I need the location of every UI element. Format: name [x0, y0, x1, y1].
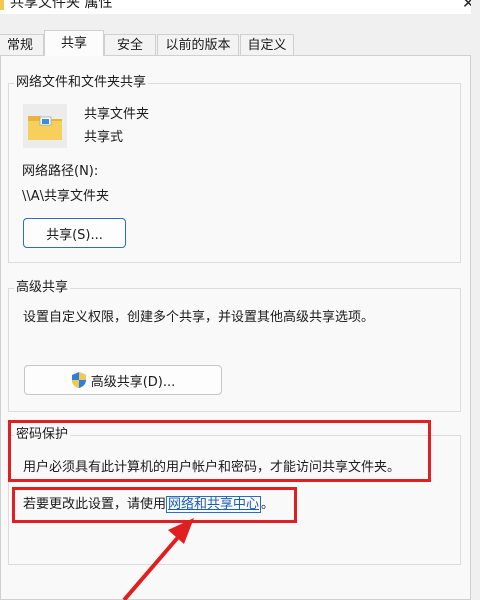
tab-sharing[interactable]: 共享 — [44, 30, 104, 56]
annotation-arrow-icon — [122, 518, 194, 600]
